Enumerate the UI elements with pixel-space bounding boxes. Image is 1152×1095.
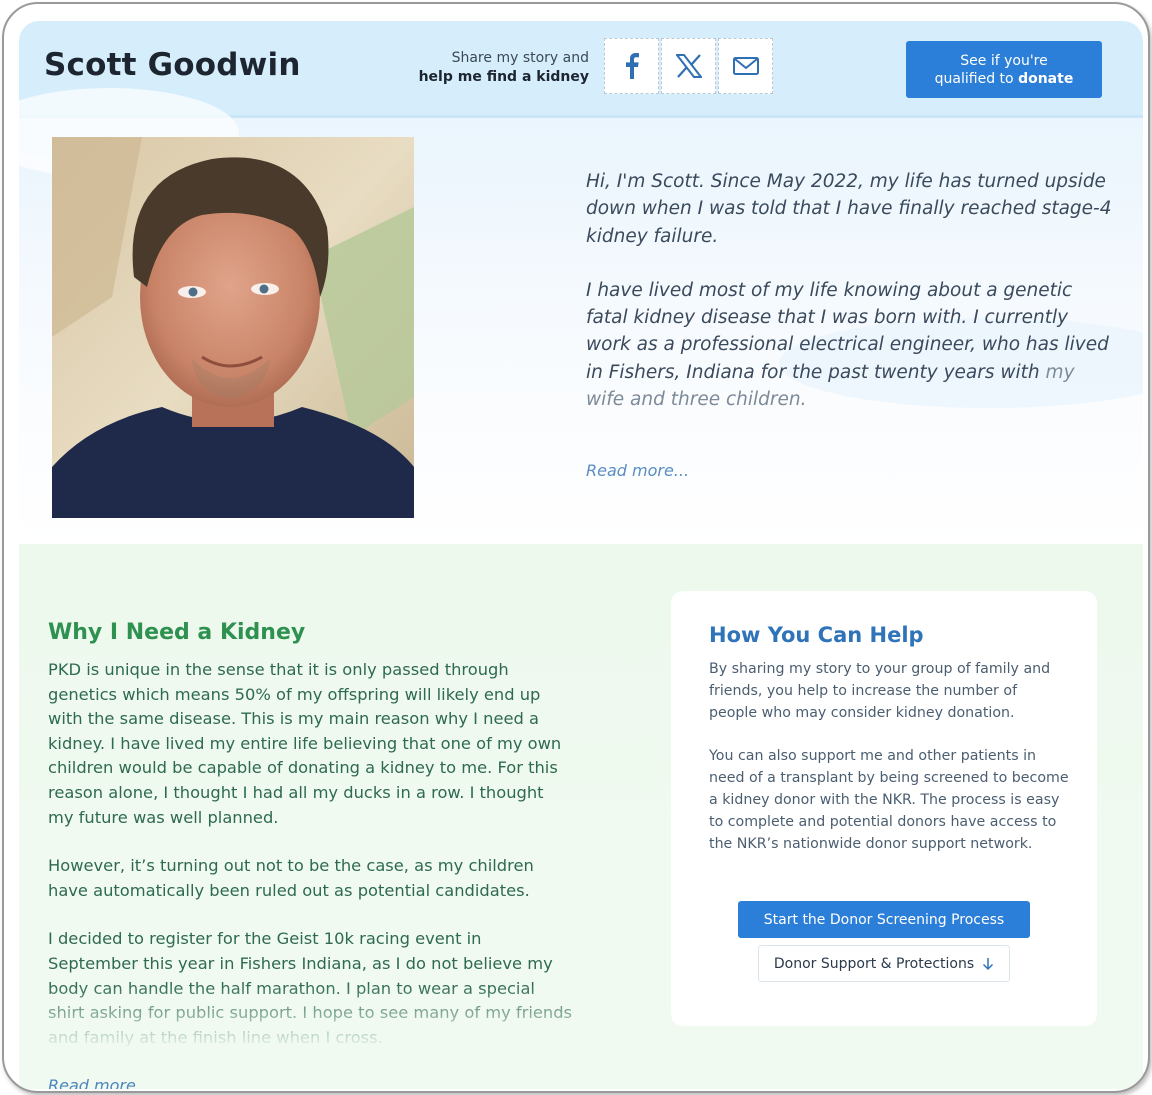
share-buttons xyxy=(604,38,773,94)
x-icon xyxy=(675,54,702,78)
donate-button-line2: qualified to donate xyxy=(934,70,1074,87)
profile-photo xyxy=(52,137,414,518)
share-prompt-line1: Share my story and xyxy=(451,50,589,66)
how-you-can-help-card: How You Can Help By sharing my story to … xyxy=(671,591,1097,1026)
share-x-button[interactable] xyxy=(661,38,716,94)
intro-paragraph: I have lived most of my life knowing abo… xyxy=(586,279,1109,411)
intro-paragraph: Hi, I'm Scott. Since May 2022, my life h… xyxy=(586,171,1112,247)
help-card-heading: How You Can Help xyxy=(709,623,924,647)
help-card-text: By sharing my story to your group of fam… xyxy=(709,659,1069,877)
start-donor-screening-button[interactable]: Start the Donor Screening Process xyxy=(738,901,1030,938)
donor-support-label: Donor Support & Protections xyxy=(773,955,975,972)
arrow-down-icon xyxy=(983,957,994,970)
help-paragraph: By sharing my story to your group of fam… xyxy=(709,661,1051,721)
intro-read-more-link[interactable]: Read more... xyxy=(586,461,689,480)
help-paragraph: You can also support me and other patien… xyxy=(709,748,1069,852)
share-prompt: Share my story and help me find a kidney xyxy=(399,49,589,87)
donor-support-protections-button[interactable]: Donor Support & Protections xyxy=(758,945,1010,982)
mail-icon xyxy=(732,57,759,75)
why-section-heading: Why I Need a Kidney xyxy=(48,620,306,645)
lower-section: Why I Need a Kidney PKD is unique in the… xyxy=(19,544,1143,1089)
share-email-button[interactable] xyxy=(718,38,773,94)
why-paragraph: PKD is unique in the sense that it is on… xyxy=(48,660,562,827)
why-paragraph: However, it’s turning out not to be the … xyxy=(48,856,534,900)
share-prompt-line2: help me find a kidney xyxy=(418,69,589,85)
portrait-image xyxy=(52,137,414,518)
share-facebook-button[interactable] xyxy=(604,38,659,94)
text-fade-overlay xyxy=(48,984,588,1046)
hero-section: Hi, I'm Scott. Since May 2022, my life h… xyxy=(19,88,1143,544)
page: Scott Goodwin Share my story and help me… xyxy=(19,21,1143,1089)
check-donor-qualification-button[interactable]: See if you're qualified to donate xyxy=(906,41,1102,98)
why-read-more-link[interactable]: Read more... xyxy=(48,1076,151,1089)
window-frame: Scott Goodwin Share my story and help me… xyxy=(2,2,1150,1093)
intro-text: Hi, I'm Scott. Since May 2022, my life h… xyxy=(586,168,1116,413)
donate-button-line1: See if you're xyxy=(960,52,1048,69)
facebook-icon xyxy=(625,53,639,79)
page-title: Scott Goodwin xyxy=(44,47,301,83)
